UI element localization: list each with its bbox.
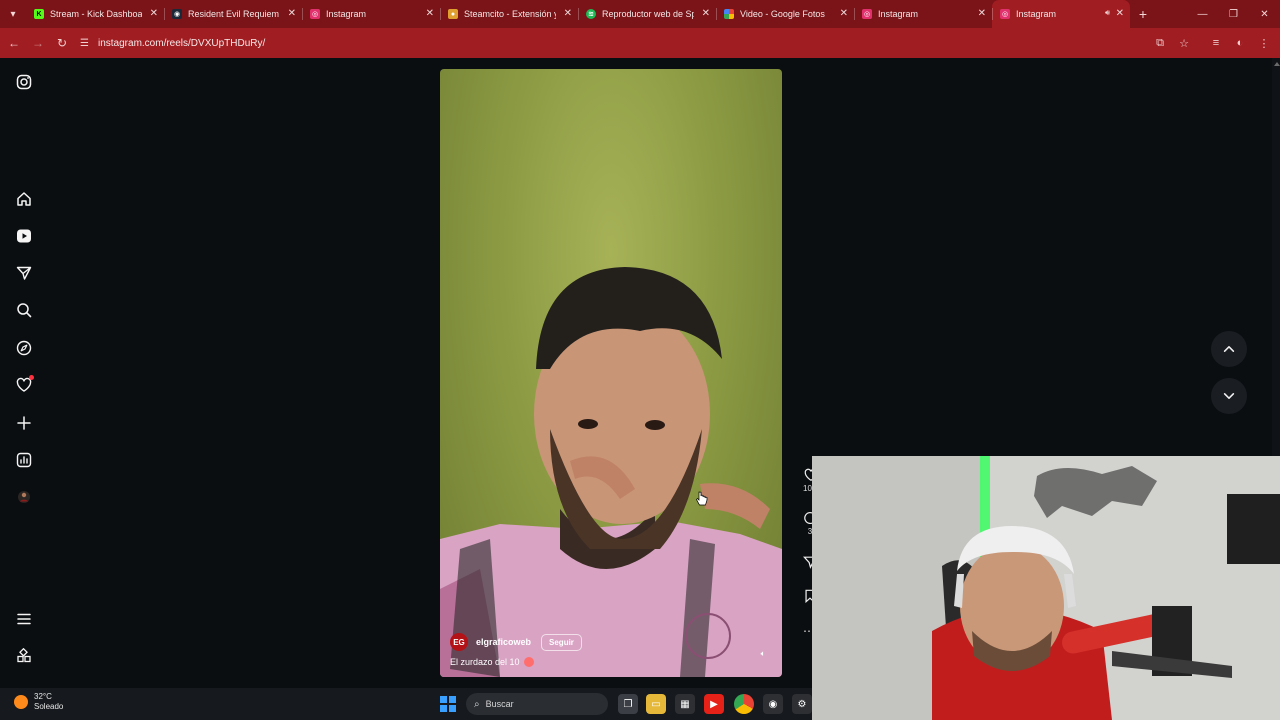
taskbar-search[interactable]: ⌕ Buscar	[466, 693, 608, 715]
follow-button[interactable]: Seguir	[541, 633, 582, 651]
tab-title: Reproductor web de Spot	[602, 9, 694, 19]
windows-taskbar: 32°C Soleado ⌕ Buscar ❐ ▭ ▦ ▶ ◉ ⚙	[0, 688, 812, 720]
tab-title: Instagram	[1016, 9, 1057, 19]
browser-tab-active[interactable]: ◎ Instagram 🔊︎ ✕	[992, 0, 1130, 28]
close-tab-icon[interactable]: ✕	[978, 8, 986, 19]
tab-title: Instagram	[878, 9, 919, 19]
instagram-icon: ◎	[862, 9, 872, 19]
webcam-overlay	[812, 456, 1280, 720]
messages-icon[interactable]	[14, 263, 34, 283]
site-info-icon[interactable]: ☰	[80, 38, 98, 49]
close-tab-icon[interactable]: ✕	[564, 8, 572, 19]
dashboard-icon[interactable]	[14, 450, 34, 470]
streamer-camera-feed	[812, 456, 1280, 720]
explore-icon[interactable]	[14, 338, 34, 358]
task-view-icon[interactable]: ❐	[618, 694, 638, 714]
browser-tab[interactable]: ● Steamcito - Extensión y C ✕	[440, 0, 578, 28]
instagram-icon: ◎	[1000, 9, 1010, 19]
close-tab-icon[interactable]: ✕	[702, 8, 710, 19]
browser-tab[interactable]: K Stream - Kick Dashboard ✕	[26, 0, 164, 28]
video-frame	[440, 267, 782, 677]
search-icon[interactable]	[14, 300, 34, 320]
install-app-icon[interactable]: ⧉	[1148, 37, 1172, 50]
forward-button[interactable]: →	[26, 28, 50, 58]
google-photos-icon	[724, 9, 734, 19]
browser-tab[interactable]: ◎ Instagram ✕	[854, 0, 992, 28]
next-reel-button[interactable]	[1211, 378, 1247, 414]
restore-button[interactable]: ❐	[1218, 0, 1249, 28]
profile-avatar[interactable]: ◐	[1228, 37, 1252, 49]
search-placeholder: Buscar	[485, 699, 514, 709]
instagram-sidebar	[0, 58, 48, 688]
more-menu-icon[interactable]	[14, 609, 34, 629]
address-bar[interactable]: ☰ instagram.com/reels/DVXUpTHDuRy/	[80, 32, 1120, 54]
close-tab-icon[interactable]: ✕	[1116, 8, 1124, 19]
steamcito-icon: ●	[448, 9, 458, 19]
sun-icon	[14, 695, 28, 709]
browser-tab[interactable]: ≋ Reproductor web de Spot ✕	[578, 0, 716, 28]
close-tab-icon[interactable]: ✕	[426, 8, 434, 19]
chrome-icon[interactable]	[734, 694, 754, 714]
reel-video-player[interactable]: EG elgraficoweb Seguir El zurdazo del 10…	[440, 69, 782, 677]
spotify-icon: ≋	[586, 9, 596, 19]
browser-tab[interactable]: ◉ Resident Evil Requiem en ✕	[164, 0, 302, 28]
steam-icon: ◉	[172, 9, 182, 19]
tab-search-button[interactable]: ▾	[0, 0, 26, 28]
create-plus-icon[interactable]	[14, 413, 34, 433]
mouse-cursor-icon	[696, 491, 708, 506]
instagram-icon: ◎	[310, 9, 320, 19]
speaker-icon[interactable]: 🔊︎	[1105, 8, 1110, 18]
caption-emoji-icon	[523, 657, 534, 667]
file-explorer-icon[interactable]: ▭	[646, 694, 666, 714]
close-tab-icon[interactable]: ✕	[150, 8, 158, 19]
mute-toggle-icon[interactable]: 🔈︎	[756, 647, 770, 661]
settings-gear-icon[interactable]: ⚙	[792, 694, 812, 714]
back-button[interactable]: ←	[2, 28, 26, 58]
close-tab-icon[interactable]: ✕	[840, 8, 848, 19]
browser-tab[interactable]: ◎ Instagram ✕	[302, 0, 440, 28]
reel-info: EG elgraficoweb Seguir El zurdazo del 10	[450, 633, 772, 667]
browser-menu-icon[interactable]: ⋮	[1252, 37, 1276, 50]
reload-button[interactable]: ↻	[50, 28, 74, 58]
browser-toolbar: ← → ↻ ☰ instagram.com/reels/DVXUpTHDuRy/…	[0, 28, 1280, 58]
tab-title: Resident Evil Requiem en	[188, 9, 280, 19]
windows-start-icon[interactable]	[440, 696, 456, 712]
browser-tab-bar: ▾ K Stream - Kick Dashboard ✕ ◉ Resident…	[0, 0, 1280, 28]
previous-reel-button[interactable]	[1211, 331, 1247, 367]
notification-dot	[29, 375, 34, 380]
steam-app-icon[interactable]: ◉	[763, 694, 783, 714]
close-tab-icon[interactable]: ✕	[288, 8, 296, 19]
tab-title: Video - Google Fotos	[740, 9, 825, 19]
tab-title: Instagram	[326, 9, 367, 19]
minimize-button[interactable]: —	[1187, 0, 1218, 28]
bookmark-star-icon[interactable]: ☆	[1172, 37, 1196, 50]
notifications-heart-icon[interactable]	[14, 375, 34, 395]
reels-icon[interactable]	[14, 226, 34, 246]
instagram-logo-icon[interactable]	[14, 72, 34, 92]
profile-avatar[interactable]	[14, 487, 34, 507]
search-icon: ⌕	[474, 698, 480, 710]
also-from-meta-icon[interactable]	[14, 646, 34, 666]
media-controls-icon[interactable]: ≡	[1204, 37, 1228, 49]
author-username[interactable]: elgraficoweb	[476, 637, 531, 647]
microsoft-store-icon[interactable]: ▦	[675, 694, 695, 714]
youtube-icon[interactable]: ▶	[704, 694, 724, 714]
kick-icon: K	[34, 9, 44, 19]
weather-condition: Soleado	[34, 702, 64, 711]
temperature: 32°C	[34, 692, 52, 701]
author-avatar[interactable]: EG	[450, 633, 468, 651]
weather-widget[interactable]: 32°C Soleado	[14, 692, 63, 712]
browser-tab[interactable]: Video - Google Fotos ✕	[716, 0, 854, 28]
close-window-button[interactable]: ✕	[1249, 0, 1280, 28]
tab-title: Stream - Kick Dashboard	[50, 9, 142, 19]
url-text[interactable]: instagram.com/reels/DVXUpTHDuRy/	[98, 38, 265, 49]
tab-title: Steamcito - Extensión y C	[464, 9, 556, 19]
new-tab-button[interactable]: +	[1130, 6, 1156, 22]
reel-caption[interactable]: El zurdazo del 10	[450, 657, 520, 667]
home-icon[interactable]	[14, 189, 34, 209]
